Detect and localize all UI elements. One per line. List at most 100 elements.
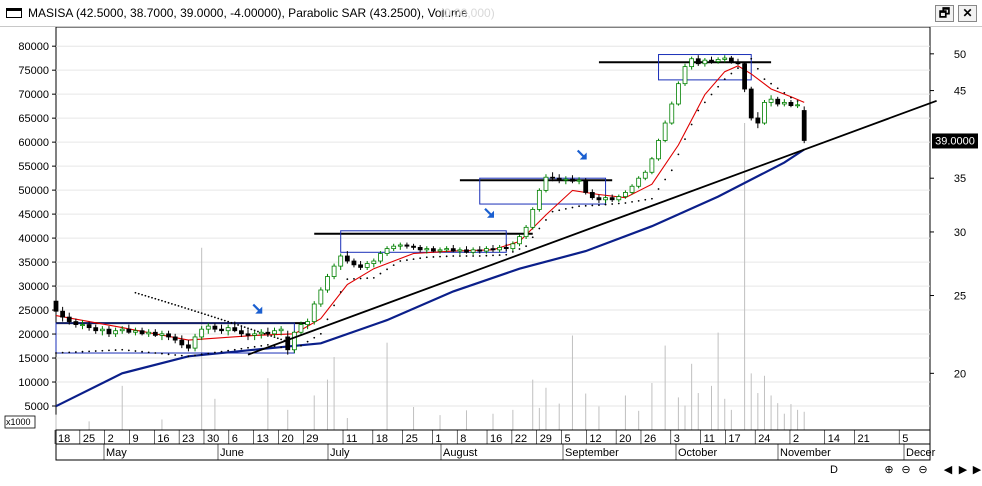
sar-dot	[220, 318, 223, 321]
candle-body	[338, 255, 344, 267]
zoom-in-button[interactable]: ⊕	[882, 464, 896, 476]
candle-body	[596, 197, 602, 201]
candle-body	[404, 244, 410, 247]
sar-dot	[730, 72, 733, 75]
candle-body	[371, 260, 377, 264]
candle	[662, 120, 668, 143]
candle-body	[325, 276, 330, 291]
candle-body	[417, 246, 423, 251]
sar-dot	[276, 337, 279, 340]
sar-dot	[177, 304, 180, 307]
zoom-out-button[interactable]: ⊖	[899, 464, 913, 476]
candle-body	[239, 330, 244, 335]
candle-body	[689, 58, 695, 68]
sar-dot	[167, 353, 170, 356]
candle-body	[795, 104, 800, 107]
right-axis-tick-label: 50	[954, 49, 966, 61]
candle-body	[119, 328, 125, 332]
candle-body	[331, 265, 337, 277]
candle-body	[265, 331, 271, 335]
sar-dot	[190, 309, 193, 311]
candle-body	[152, 331, 158, 336]
candle-body	[523, 226, 529, 238]
restore-button[interactable]: 🗗	[935, 5, 954, 22]
scroll-left-button[interactable]: ◀	[941, 464, 955, 476]
candle	[536, 188, 542, 212]
candle-body	[384, 248, 390, 254]
candle-body	[318, 289, 324, 305]
candle-body	[589, 192, 595, 199]
x-axis-day-label: 30	[207, 433, 219, 445]
sar-dot	[313, 336, 316, 339]
candle-body	[431, 248, 436, 252]
scroll-right-button[interactable]: ▶	[956, 464, 970, 476]
x-axis-day-label: 5	[565, 433, 571, 445]
candle-body	[669, 103, 675, 124]
candle	[676, 81, 681, 106]
candle-body	[676, 83, 681, 105]
candle-body	[801, 110, 807, 141]
x-axis-day-label: 9	[132, 433, 138, 445]
sar-dot	[333, 304, 335, 307]
sar-dot	[485, 254, 488, 257]
sar-dot	[571, 206, 574, 209]
candle-body	[530, 209, 536, 228]
left-axis-tick-label: 55000	[18, 161, 49, 173]
x-axis-day-label: 29	[306, 433, 318, 445]
sar-dot	[518, 248, 521, 250]
sar-dot	[263, 332, 266, 335]
candle-body	[450, 248, 456, 252]
sar-dot	[750, 57, 753, 60]
right-axis-tick-label: 25	[954, 291, 966, 303]
sar-dot	[551, 210, 554, 213]
close-button[interactable]: ✕	[958, 5, 977, 22]
sar-dot	[144, 294, 147, 297]
sar-dot	[127, 349, 130, 352]
sar-dot	[94, 350, 97, 352]
x-axis-month-label: September	[565, 447, 619, 459]
x-axis: 18 25 2 9 16 23 30 6 13 20 29 11 18 25 1 8 16 22 29 5 12 20 26…	[54, 429, 936, 461]
sar-dot	[604, 203, 607, 206]
sar-dot	[439, 255, 441, 258]
candle-body	[205, 325, 211, 330]
x-axis-day-label: 1	[435, 433, 441, 445]
sar-dot	[591, 204, 594, 207]
candle-body	[291, 331, 297, 351]
candle-body	[113, 330, 118, 335]
candle-body	[695, 58, 701, 65]
sar-dot	[74, 351, 77, 353]
scroll-right-end-button[interactable]: ▶	[970, 464, 982, 476]
x-axis-day-label: 12	[589, 433, 601, 445]
sar-dot	[233, 348, 236, 351]
sar-dot	[187, 355, 190, 358]
sar-dot	[412, 258, 415, 261]
sar-dot	[531, 236, 534, 239]
x-axis-day-label: 29	[540, 433, 552, 445]
candle	[762, 99, 767, 125]
sar-dot	[624, 202, 627, 204]
sar-dot	[790, 96, 792, 99]
x-axis-month-label: June	[220, 447, 244, 459]
nav-d-button[interactable]: D	[827, 464, 841, 476]
candle-body	[311, 303, 317, 322]
zoom-reset-button[interactable]: ⊖	[916, 464, 930, 476]
candle-body	[781, 101, 787, 105]
x-axis-month-label: August	[443, 447, 477, 459]
sar-dot	[670, 169, 673, 172]
candle-body	[636, 177, 642, 187]
candle-body	[563, 178, 569, 181]
left-axis-tick-label: 70000	[18, 89, 49, 101]
candle-body	[212, 325, 218, 330]
x-axis-day-label: 2	[793, 433, 799, 445]
candle-body	[172, 336, 178, 341]
sar-dot	[167, 301, 170, 304]
sar-dot	[81, 350, 84, 353]
candle-body	[179, 339, 185, 346]
sar-dot	[690, 123, 693, 126]
sar-dot	[511, 250, 514, 253]
candle-body	[755, 117, 761, 124]
candle-body	[298, 324, 304, 333]
x-axis-month-label: October	[678, 447, 717, 459]
sar-dot	[214, 316, 216, 319]
candle-body	[748, 88, 754, 119]
